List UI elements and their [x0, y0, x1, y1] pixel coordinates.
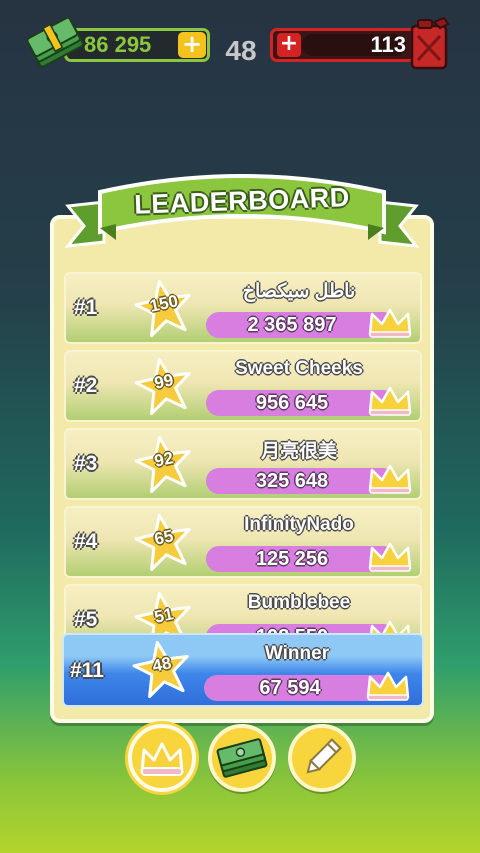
cash-stack-icon: [26, 18, 84, 68]
gas-amount: 113: [370, 32, 407, 57]
row-player-name: Bumblebee: [247, 592, 351, 613]
leaderboard-tab-button[interactable]: [128, 724, 196, 792]
cash-stack-icon: [216, 738, 268, 778]
row-player-name: ناطل سيكصاخ: [242, 281, 356, 302]
row-score: 956 645: [255, 392, 329, 414]
leaderboard-row-4[interactable]: #4 65 InfinityNado 125 256: [64, 506, 422, 578]
row-player-name: InfinityNado: [244, 514, 354, 535]
cash-tab-button[interactable]: [208, 724, 276, 792]
crown-icon: [366, 671, 410, 701]
player-level: 48: [225, 35, 257, 66]
row-rank: #3: [74, 452, 98, 475]
row-player-name: Winner: [264, 643, 330, 664]
player-row[interactable]: #11 48 Winner 67 594: [62, 633, 424, 707]
edit-tab-button[interactable]: [288, 724, 356, 792]
row-score: 125 256: [255, 548, 329, 570]
row-score: 2 365 897: [247, 314, 337, 336]
row-rank: #2: [74, 374, 98, 397]
row-rank: #1: [74, 296, 98, 319]
row-score: 325 648: [255, 470, 329, 492]
leaderboard-row-1[interactable]: #1 150 ناطل سيكصاخ 2 365 897: [64, 272, 422, 344]
pencil-icon: [306, 738, 342, 774]
crown-icon: [368, 308, 412, 338]
crown-icon: [140, 742, 184, 776]
leaderboard-row-3[interactable]: #3 92 月亮很美 325 648: [64, 428, 422, 500]
gas-can-icon: [410, 16, 450, 70]
row-rank: #5: [74, 608, 98, 631]
crown-icon: [368, 464, 412, 494]
crown-icon: [368, 386, 412, 416]
leaderboard-row-2[interactable]: #2 99 Sweet Cheeks 956 645: [64, 350, 422, 422]
row-rank: #4: [74, 530, 98, 553]
row-player-name: Sweet Cheeks: [235, 358, 363, 379]
row-player-name: 月亮很美: [260, 441, 337, 462]
row-rank: #11: [70, 659, 104, 682]
crown-icon: [368, 542, 412, 572]
row-score: 67 594: [259, 677, 321, 699]
add-money-button[interactable]: +: [178, 32, 206, 58]
add-gas-button[interactable]: +: [277, 33, 301, 57]
money-amount: 86 295: [84, 32, 152, 57]
